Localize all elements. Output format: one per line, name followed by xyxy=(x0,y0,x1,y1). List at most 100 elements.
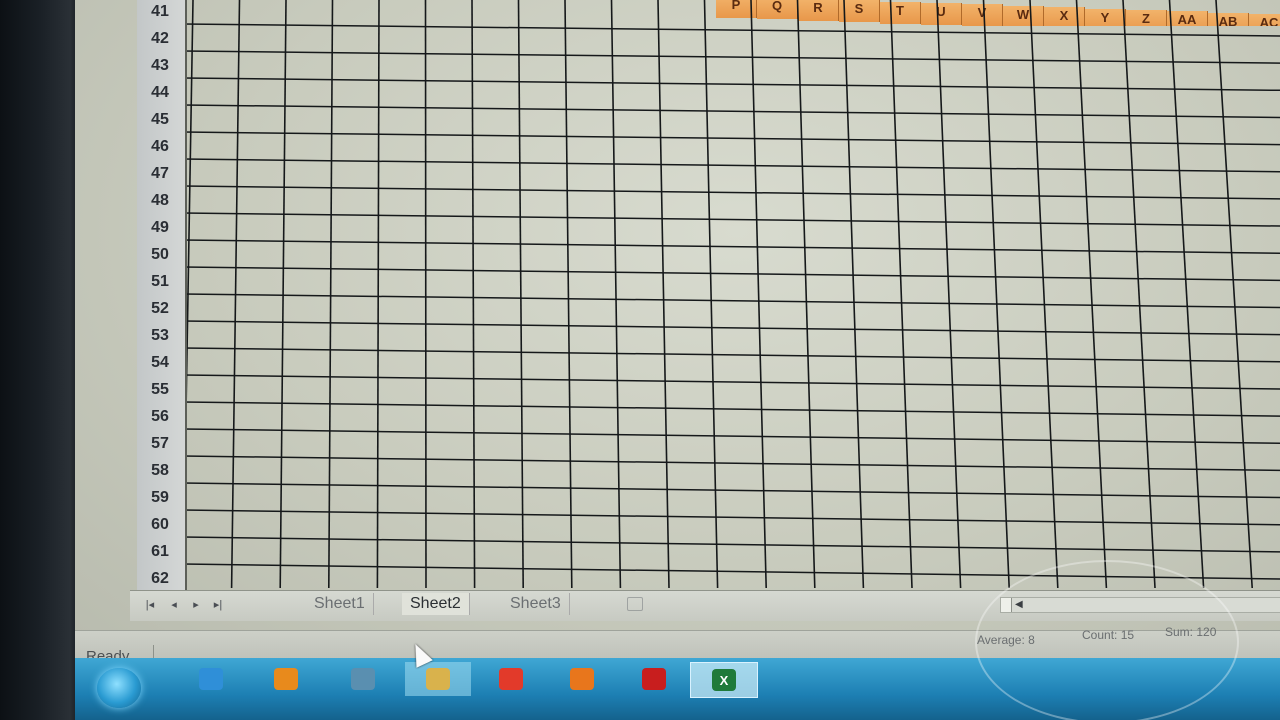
row-header-50[interactable]: 50 xyxy=(137,245,183,265)
taskbar-button-3[interactable] xyxy=(330,662,396,696)
row-header-41[interactable]: 41 xyxy=(137,2,183,22)
excel-icon: X xyxy=(712,669,736,691)
status-average: Average: 8 xyxy=(977,633,1035,647)
grid-vline xyxy=(889,0,913,589)
row-header-62[interactable]: 62 xyxy=(137,569,183,589)
grid-vline xyxy=(610,0,622,589)
next-sheet-button[interactable]: ▸ xyxy=(188,598,204,611)
grid-hline xyxy=(182,104,1280,119)
grid-hline xyxy=(182,239,1280,254)
last-sheet-button[interactable]: ▸| xyxy=(210,598,226,611)
taskbar-button-5[interactable] xyxy=(478,662,544,696)
grid-vline xyxy=(564,0,573,589)
grid-hline xyxy=(182,293,1280,309)
grid-vline xyxy=(750,0,767,589)
sheet-tab-3[interactable]: Sheet3 xyxy=(502,593,570,615)
grid-hline xyxy=(182,455,1280,472)
taskbar-button-8[interactable]: X xyxy=(690,662,758,698)
cell-grid[interactable] xyxy=(75,0,1280,592)
row-header-55[interactable]: 55 xyxy=(137,380,183,400)
grid-hline xyxy=(182,563,1280,580)
row-header-60[interactable]: 60 xyxy=(137,515,183,535)
sheet-tab-bar: |◂ ◂ ▸ ▸| Sheet1 Sheet2 Sheet3 ◀ xyxy=(130,590,1280,621)
row-header-52[interactable]: 52 xyxy=(137,299,183,319)
taskbar-button-7[interactable] xyxy=(621,662,687,696)
row-header-49[interactable]: 49 xyxy=(137,218,183,238)
grid-hline xyxy=(182,212,1280,227)
grid-hline xyxy=(182,158,1280,173)
first-sheet-button[interactable]: |◂ xyxy=(142,598,158,611)
firefox-icon xyxy=(570,668,594,690)
monitor-screen: P Q R S T U V W X Y Z AA AB AC 41 42 43 44 45 46 47 48 49 50 51… xyxy=(75,0,1280,720)
taskbar-button-1[interactable] xyxy=(178,662,244,696)
grid-vline xyxy=(982,0,1010,589)
grid-vline xyxy=(1215,0,1253,589)
grid-hline xyxy=(182,185,1280,200)
scroll-thumb[interactable] xyxy=(1001,598,1012,612)
grid-vline xyxy=(471,0,476,589)
windows-taskbar: X xyxy=(75,658,1280,720)
grid-hline xyxy=(182,320,1280,336)
taskbar-button-2[interactable] xyxy=(253,662,319,696)
file-explorer-icon xyxy=(426,668,450,690)
grid-vline xyxy=(703,0,719,589)
grid-hline xyxy=(182,482,1280,499)
grid-vline xyxy=(843,0,865,589)
taskbar-button-6[interactable] xyxy=(549,662,615,696)
grid-hline xyxy=(182,428,1280,444)
prev-sheet-button[interactable]: ◂ xyxy=(166,598,182,611)
status-bar: Ready Average: 8 Count: 15 Sum: 120 xyxy=(75,625,1280,660)
row-header-45[interactable]: 45 xyxy=(137,110,183,130)
taskbar-button-4[interactable] xyxy=(405,662,471,696)
grid-hline xyxy=(182,536,1280,553)
grid-vline xyxy=(279,0,287,589)
row-header-48[interactable]: 48 xyxy=(137,191,183,211)
grid-hline xyxy=(182,347,1280,363)
row-header-43[interactable]: 43 xyxy=(137,56,183,76)
sheet-tab-2[interactable]: Sheet2 xyxy=(402,593,470,615)
grid-vline xyxy=(328,0,334,589)
row-header-59[interactable]: 59 xyxy=(137,488,183,508)
row-header-42[interactable]: 42 xyxy=(137,29,183,49)
grid-hline xyxy=(182,50,1280,64)
video-editor-icon xyxy=(351,668,375,690)
photo-frame: P Q R S T U V W X Y Z AA AB AC 41 42 43 44 45 46 47 48 49 50 51… xyxy=(0,0,1280,720)
row-header-54[interactable]: 54 xyxy=(137,353,183,373)
app-red-icon xyxy=(499,668,523,690)
status-sum: Sum: 120 xyxy=(1165,625,1217,639)
excel-window: P Q R S T U V W X Y Z AA AB AC 41 42 43 44 45 46 47 48 49 50 51… xyxy=(75,0,1280,660)
start-button[interactable] xyxy=(97,668,141,708)
row-header-56[interactable]: 56 xyxy=(137,407,183,427)
grid-hline xyxy=(182,374,1280,390)
grid-hline xyxy=(182,401,1280,417)
grid-hline xyxy=(182,131,1280,146)
grid-vline xyxy=(424,0,427,589)
sheet-tab-1[interactable]: Sheet1 xyxy=(306,593,374,615)
grid-hline xyxy=(182,266,1280,282)
internet-explorer-icon xyxy=(199,668,223,690)
grid-vline xyxy=(1168,0,1205,589)
grid-hline xyxy=(182,509,1280,526)
horizontal-scrollbar[interactable]: ◀ xyxy=(1000,597,1280,613)
media-player-icon xyxy=(274,668,298,690)
row-header-46[interactable]: 46 xyxy=(137,137,183,157)
scroll-left-icon[interactable]: ◀ xyxy=(1015,599,1023,610)
adobe-reader-icon xyxy=(642,668,666,690)
status-count: Count: 15 xyxy=(1082,628,1135,642)
grid-hline xyxy=(182,77,1280,92)
row-header-57[interactable]: 57 xyxy=(137,434,183,454)
grid-vline xyxy=(796,0,816,589)
row-header-47[interactable]: 47 xyxy=(137,164,183,184)
grid-vline xyxy=(517,0,524,589)
grid-vline xyxy=(657,0,670,589)
row-header-51[interactable]: 51 xyxy=(137,272,183,292)
row-header-61[interactable]: 61 xyxy=(137,542,183,562)
grid-hline xyxy=(182,23,1280,37)
grid-vline xyxy=(936,0,962,589)
row-header-53[interactable]: 53 xyxy=(137,326,183,346)
row-header-58[interactable]: 58 xyxy=(137,461,183,481)
row-header-44[interactable]: 44 xyxy=(137,83,183,103)
grid-vline xyxy=(376,0,380,589)
insert-sheet-icon[interactable] xyxy=(627,597,643,611)
row-header-strip: 41 42 43 44 45 46 47 48 49 50 51 52 53 54 55 56 57 58 59 60… xyxy=(137,0,187,590)
